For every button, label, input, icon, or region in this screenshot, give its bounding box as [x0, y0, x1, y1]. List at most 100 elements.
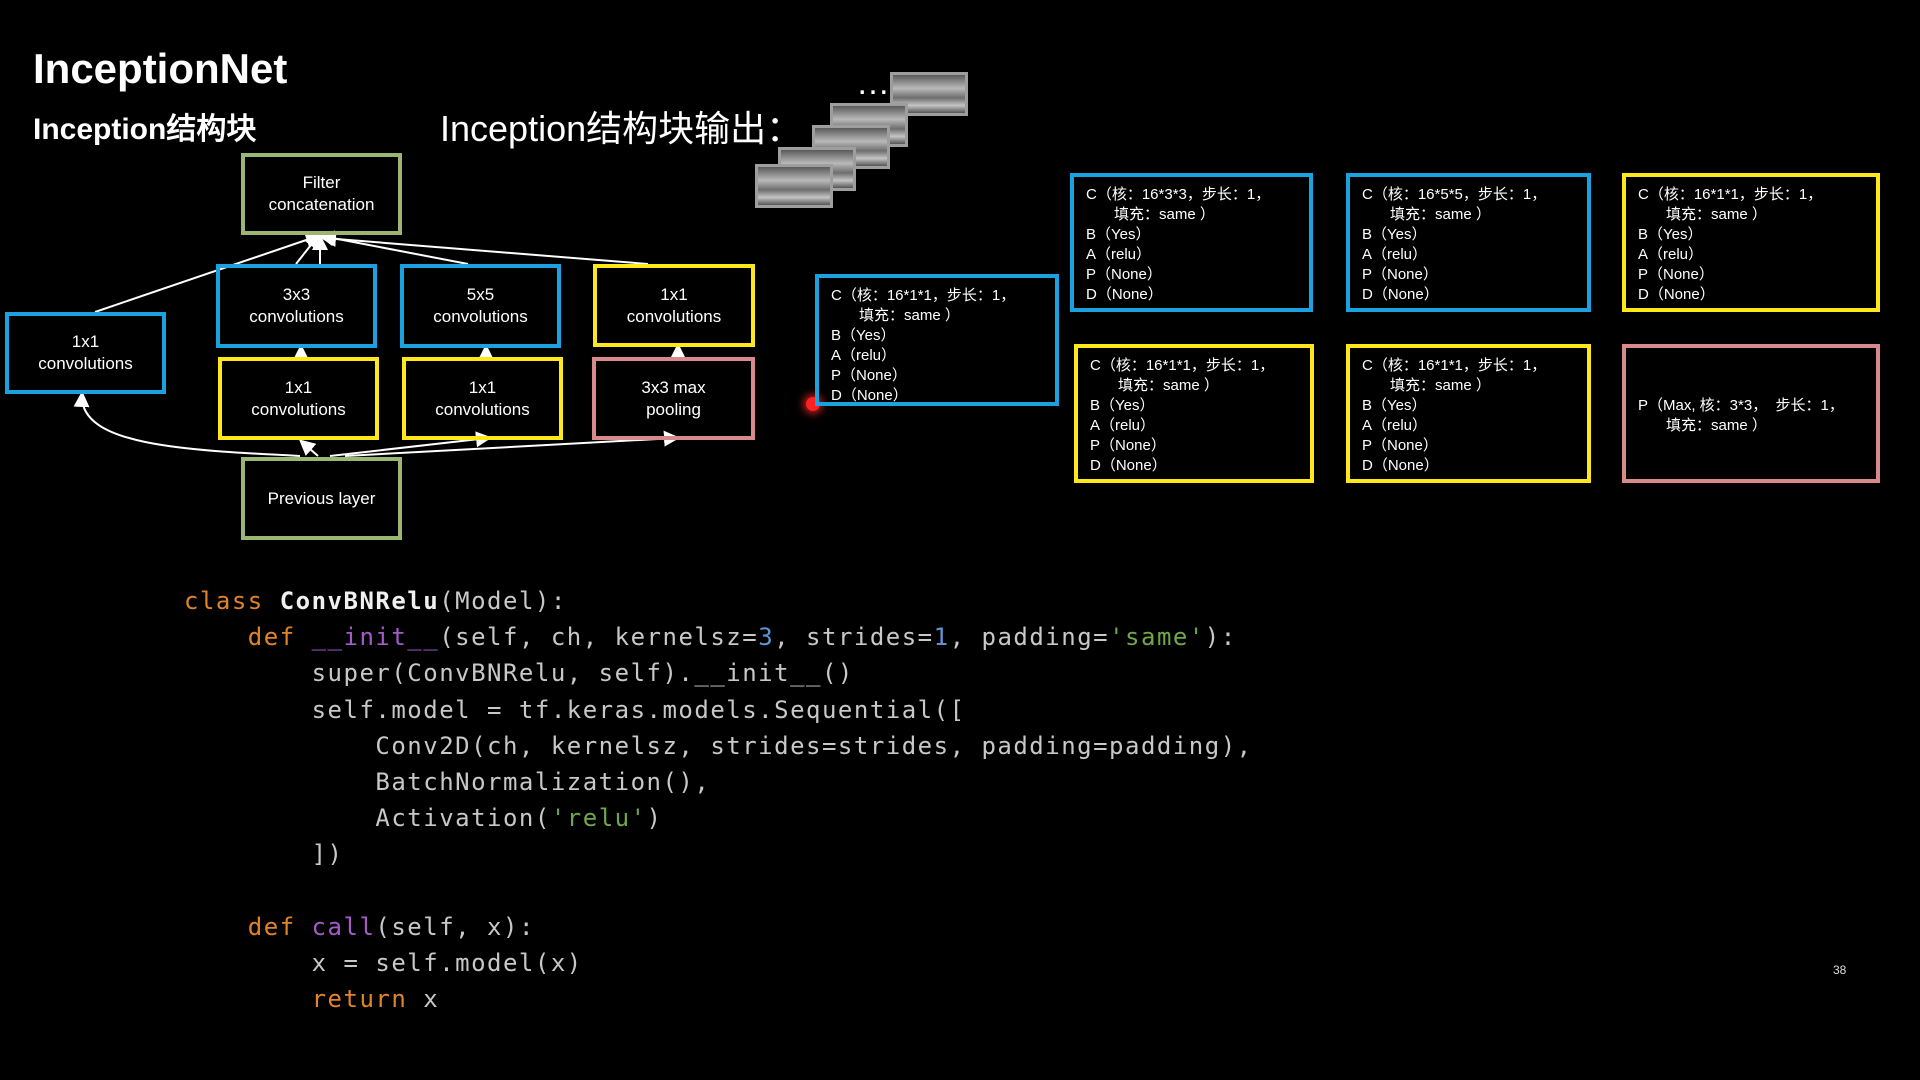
config-line: P（None）	[1362, 266, 1438, 283]
config-line: P（None）	[1090, 437, 1166, 454]
code-text: Conv2D(ch, kernelsz, strides=strides, pa…	[375, 731, 1253, 760]
code-text: (self, x):	[375, 912, 535, 941]
conv1x1-after-pool-box: 1x1 convolutions	[593, 264, 755, 347]
code-text: )	[646, 804, 663, 833]
code-text: , padding=	[949, 623, 1110, 652]
page-number: 38	[1833, 963, 1847, 977]
maxpool-label: 3x3 max pooling	[641, 377, 706, 419]
conv1x1-branch-label: 1x1 convolutions	[38, 332, 133, 373]
config-box-branch2-bottom: C（核：16*1*1，步长：1， 填充：same ） B（Yes） A（relu…	[1074, 344, 1314, 483]
code-number: 1	[933, 623, 950, 652]
code-line: self.model = tf.keras.models.Sequential(…	[184, 692, 1253, 728]
config-line: C（核：16*1*1，步长：1，	[831, 287, 1016, 304]
config-line: C（核：16*1*1，步长：1，	[1090, 357, 1275, 374]
code-line: return x	[184, 981, 1253, 1017]
code-class-name: ConvBNRelu	[279, 587, 440, 615]
conv5x5-box: 5x5 convolutions	[400, 264, 561, 348]
code-line: BatchNormalization(),	[184, 764, 1253, 800]
code-text: (Model):	[439, 587, 567, 615]
config-line: D（None）	[831, 387, 908, 404]
code-string: 'relu'	[550, 804, 647, 833]
config-line: D（None）	[1090, 457, 1167, 474]
ellipsis-text: …	[856, 64, 890, 102]
config-box-branch3-bottom: C（核：16*1*1，步长：1， 填充：same ） B（Yes） A（relu…	[1346, 344, 1591, 483]
code-line: def __init__(self, ch, kernelsz=3, strid…	[184, 619, 1253, 655]
code-line: super(ConvBNRelu, self).__init__()	[184, 655, 1253, 691]
config-line: A（relu）	[1362, 246, 1428, 263]
conv1x1-branch-box: 1x1 convolutions	[5, 312, 166, 394]
conv1x1-reduce-b-label: 1x1 convolutions	[435, 377, 530, 419]
code-block: class ConvBNRelu(Model): def __init__(se…	[184, 583, 1253, 1017]
config-line: B（Yes）	[1090, 397, 1155, 414]
code-text: ):	[1204, 623, 1237, 652]
config-box-branch4-bottom: P（Max, 核：3*3， 步长：1， 填充：same ）	[1622, 344, 1880, 483]
conv1x1-reduce-a-box: 1x1 convolutions	[218, 357, 379, 440]
config-line: B（Yes）	[831, 327, 896, 344]
config-line: P（Max, 核：3*3， 步长：1，	[1638, 397, 1844, 414]
code-number: 3	[758, 623, 775, 652]
feature-map-stack: …	[750, 64, 980, 220]
code-text: self.model = tf.keras.models.Sequential(…	[311, 695, 966, 724]
code-line: x = self.model(x)	[184, 945, 1253, 981]
code-text: ])	[311, 840, 344, 869]
config-line: B（Yes）	[1362, 397, 1427, 414]
code-function-name: call	[311, 912, 376, 941]
config-box-branch2-top: C（核：16*3*3，步长：1， 填充：same ） B（Yes） A（relu…	[1070, 173, 1313, 312]
conv3x3-label: 3x3 convolutions	[249, 285, 344, 326]
code-text: , strides=	[774, 623, 934, 652]
config-line: B（Yes）	[1638, 226, 1703, 243]
code-text: x = self.model(x)	[311, 949, 583, 978]
conv1x1-reduce-a-label: 1x1 convolutions	[251, 377, 346, 419]
code-line: Activation('relu')	[184, 800, 1253, 836]
code-line: class ConvBNRelu(Model):	[184, 583, 1253, 619]
conv5x5-label: 5x5 convolutions	[433, 285, 528, 326]
previous-layer-box: Previous layer	[241, 457, 402, 540]
config-line: 填充：same ）	[1666, 417, 1767, 434]
config-line: P（None）	[1086, 266, 1162, 283]
filter-concatenation-label: Filter concatenation	[268, 173, 375, 214]
conv3x3-box: 3x3 convolutions	[216, 264, 377, 348]
config-line: P（None）	[831, 367, 907, 384]
code-keyword: return	[311, 985, 408, 1014]
code-text: BatchNormalization(),	[375, 768, 711, 797]
config-line: 填充：same ）	[1118, 377, 1219, 394]
code-line: ])	[184, 836, 1253, 872]
code-keyword: class	[184, 587, 264, 615]
config-line: P（None）	[1638, 266, 1714, 283]
config-line: C（核：16*5*5，步长：1，	[1362, 186, 1547, 203]
code-keyword: def	[247, 623, 296, 652]
config-line: D（None）	[1086, 286, 1163, 303]
code-text: (self, ch, kernelsz=	[439, 623, 759, 652]
config-line: D（None）	[1362, 457, 1439, 474]
feature-map-thumbnail	[755, 164, 833, 208]
config-line: A（relu）	[1362, 417, 1428, 434]
code-function-name: __init__	[311, 623, 440, 652]
config-line: 填充：same ）	[1390, 206, 1491, 223]
config-line: C（核：16*1*1，步长：1，	[1362, 357, 1547, 374]
conv1x1-after-pool-label: 1x1 convolutions	[626, 284, 722, 326]
config-line: D（None）	[1638, 286, 1715, 303]
config-line: B（Yes）	[1086, 226, 1151, 243]
config-line: 填充：same ）	[1114, 206, 1215, 223]
config-line: A（relu）	[1086, 246, 1152, 263]
config-line: C（核：16*1*1，步长：1，	[1638, 186, 1823, 203]
config-line: A（relu）	[1090, 417, 1156, 434]
maxpool-box: 3x3 max pooling	[592, 357, 755, 440]
code-string: 'same'	[1109, 623, 1205, 652]
config-line: B（Yes）	[1362, 226, 1427, 243]
config-line: P（None）	[1362, 437, 1438, 454]
code-line: Conv2D(ch, kernelsz, strides=strides, pa…	[184, 728, 1253, 764]
config-line: A（relu）	[1638, 246, 1704, 263]
config-line: 填充：same ）	[859, 307, 960, 324]
config-line: D（None）	[1362, 286, 1439, 303]
config-box-branch4-top: C（核：16*1*1，步长：1， 填充：same ） B（Yes） A（relu…	[1622, 173, 1880, 312]
code-keyword: def	[247, 912, 296, 941]
code-text: super(ConvBNRelu, self).__init__()	[311, 659, 854, 688]
config-line: 填充：same ）	[1666, 206, 1767, 223]
config-line: 填充：same ）	[1390, 377, 1491, 394]
code-text: Activation(	[375, 804, 551, 833]
code-text: x	[423, 985, 440, 1014]
config-box-branch1: C（核：16*1*1，步长：1， 填充：same ） B（Yes） A（relu…	[815, 274, 1059, 406]
code-line: def call(self, x):	[184, 909, 1253, 945]
